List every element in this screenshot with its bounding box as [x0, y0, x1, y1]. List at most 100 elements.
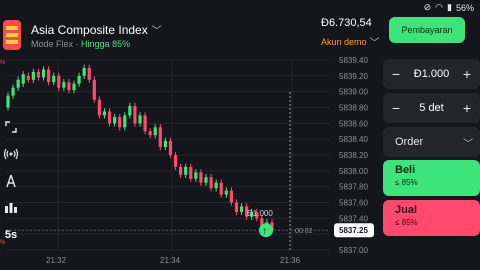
countdown-timer: 00:02: [295, 228, 313, 235]
candle: [153, 127, 157, 136]
status-bar: ⊘ ◠ ▮ 56%: [0, 0, 480, 14]
candle: [224, 190, 228, 195]
candle: [118, 117, 122, 128]
asset-mode: Mode Flex: [31, 39, 74, 49]
y-tick-label: 5837.80: [339, 183, 368, 192]
price-chart[interactable]: 5839.40 5839.20 5839.00 5838.80 5838.60 5838.…: [0, 52, 378, 270]
x-tick-label: 21:34: [160, 256, 181, 265]
candle: [97, 99, 101, 116]
candle: [133, 105, 137, 124]
y-tick-label: 5838.40: [339, 135, 368, 144]
candle: [72, 83, 76, 91]
candle: [173, 155, 178, 167]
payout-prefix: Hingga: [81, 39, 110, 49]
buy-button[interactable]: Beli ≤ 85%: [383, 160, 480, 196]
y-tick-label: 5838.20: [339, 151, 368, 160]
amount-stepper: − Đ1.000 +: [383, 59, 480, 89]
candle: [77, 75, 81, 84]
y-tick-label: 5838.60: [339, 119, 368, 128]
x-tick-label: 21:36: [280, 256, 301, 265]
wifi-icon: ◠: [435, 2, 444, 12]
status-icons: ⊘ ◠ ▮ 56%: [424, 2, 474, 13]
minus-icon[interactable]: −: [383, 59, 409, 89]
duration-stepper: − 5 det +: [383, 93, 480, 123]
y-tick-label: 5839.40: [339, 56, 368, 65]
candle: [21, 74, 25, 84]
candle: [41, 69, 46, 78]
asset-logo[interactable]: [3, 20, 21, 50]
candle: [143, 115, 147, 132]
candle: [92, 79, 96, 100]
candle: [209, 177, 213, 189]
y-tick-label: 5838.80: [339, 104, 368, 113]
candle: [31, 71, 35, 80]
candle: [57, 75, 61, 88]
asset-name: Asia Composite Index: [31, 22, 148, 37]
candle: [123, 115, 127, 128]
asset-selector[interactable]: Asia Composite Index ﹀: [31, 22, 162, 38]
chevron-down-icon: ﹀: [463, 138, 474, 150]
battery-percent: 56%: [455, 2, 474, 13]
current-price-tag: 5837.25: [339, 226, 368, 235]
candle: [52, 75, 56, 83]
candle: [47, 69, 51, 83]
y-tick-label: 5839.00: [339, 88, 368, 97]
candle: [189, 166, 193, 179]
indicators-icon[interactable]: [2, 199, 20, 217]
signal-icon: ▮: [447, 2, 452, 12]
account-balance: Đ6.730,54: [321, 17, 372, 29]
order-label: Order: [395, 136, 424, 148]
plus-icon[interactable]: +: [454, 59, 480, 89]
candle: [239, 206, 244, 212]
candle: [128, 105, 132, 116]
account-type-label: Akun demo: [321, 36, 367, 47]
y-tick-label: 5837.60: [339, 199, 368, 208]
plus-icon[interactable]: +: [454, 93, 480, 123]
x-tick-label: 21:32: [46, 256, 67, 265]
candle: [229, 190, 233, 203]
candle: [138, 115, 142, 124]
signal-icon[interactable]: [2, 145, 20, 163]
silent-mode-icon: ⊘: [423, 2, 432, 12]
sell-payout: ≤ 85%: [395, 218, 418, 227]
candle: [234, 202, 239, 212]
drawing-compass-icon[interactable]: [2, 172, 20, 190]
candle: [214, 182, 218, 189]
y-tick-label: 5839.20: [339, 72, 368, 81]
candle: [82, 67, 86, 76]
amount-value[interactable]: Đ1.000: [409, 68, 454, 80]
account-type-selector[interactable]: Akun demo ﹀: [321, 34, 380, 50]
chevron-down-icon: ﹀: [151, 26, 162, 37]
candle: [11, 87, 15, 96]
buy-payout: ≤ 85%: [395, 178, 418, 187]
candle: [67, 82, 71, 91]
y-tick-label: 5837.40: [339, 214, 368, 223]
sell-label: Jual: [395, 204, 418, 216]
chevron-down-icon: ﹀: [369, 38, 380, 49]
candle: [148, 131, 152, 136]
candle: [26, 75, 30, 80]
candle: [87, 67, 91, 80]
candle: [102, 111, 107, 116]
candle: [163, 140, 167, 148]
candle: [204, 177, 208, 183]
expand-icon[interactable]: [2, 118, 20, 136]
candle: [113, 117, 117, 124]
order-type-selector[interactable]: Order ﹀: [383, 127, 480, 157]
deposit-button[interactable]: Pembayaran: [389, 17, 465, 43]
timeframe-selector[interactable]: 5s: [2, 226, 20, 244]
buy-label: Beli: [395, 164, 416, 176]
candle: [184, 166, 188, 175]
minus-icon[interactable]: −: [383, 93, 409, 123]
sell-button[interactable]: Jual ≤ 85%: [383, 200, 480, 236]
payout-value: 85%: [112, 39, 131, 49]
trade-marker-amount: Đ1.000: [247, 209, 273, 218]
candle: [219, 182, 223, 195]
candle: [107, 111, 112, 124]
candle: [158, 127, 162, 148]
y-tick-label: 5837.00: [339, 246, 368, 255]
duration-value[interactable]: 5 det: [409, 102, 454, 114]
candle: [16, 79, 20, 88]
candle: [168, 140, 173, 155]
candle: [62, 82, 66, 88]
